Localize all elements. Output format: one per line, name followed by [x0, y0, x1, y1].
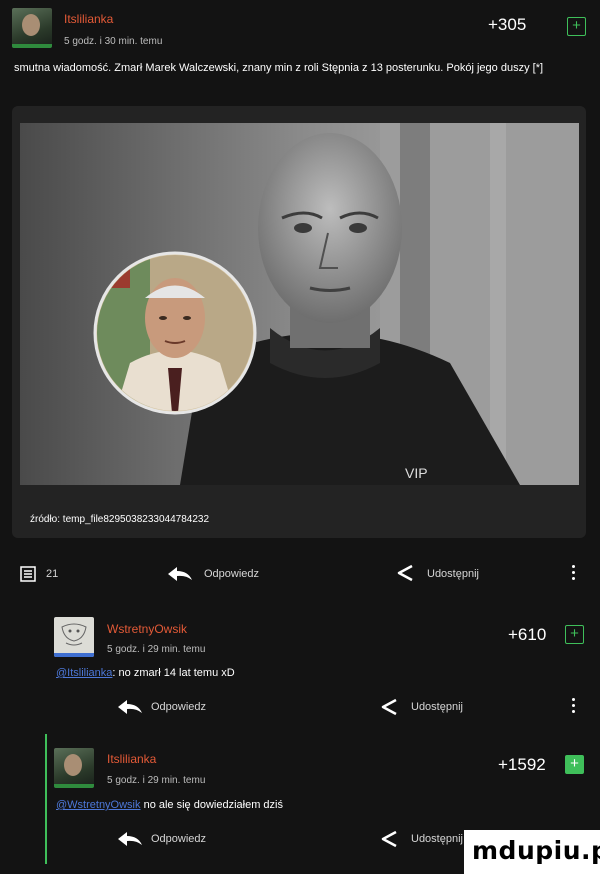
comment-1-reply-button[interactable]: Odpowiedz: [151, 701, 206, 713]
comment-1-upvote-button[interactable]: +: [565, 625, 584, 644]
comment-1-score: +610: [508, 625, 547, 644]
reply-arrow-icon[interactable]: [168, 567, 192, 581]
comment-1-share-button[interactable]: Udostępnij: [411, 701, 463, 713]
comment-2-reply-button[interactable]: Odpowiedz: [151, 833, 206, 845]
comment-2-text: @WstretnyOwsik no ale się dowiedziałem d…: [56, 799, 283, 811]
post-score: +305: [488, 15, 527, 34]
comment-1-avatar[interactable]: [54, 617, 94, 657]
site-watermark: mdupiu.pl: [464, 830, 600, 874]
share-icon[interactable]: [380, 830, 398, 848]
comments-icon[interactable]: [20, 566, 36, 582]
comment-2-avatar[interactable]: [54, 748, 94, 788]
reply-arrow-icon[interactable]: [118, 832, 142, 846]
plus-icon: +: [570, 625, 579, 642]
thread-indent-line: [45, 734, 47, 864]
post-timestamp: 5 godz. i 30 min. temu: [64, 36, 163, 47]
comment-2-timestamp: 5 godz. i 29 min. temu: [107, 775, 206, 786]
comment-2-username[interactable]: Itslilianka: [107, 752, 156, 766]
post-upvote-button[interactable]: +: [567, 17, 586, 36]
comment-1-timestamp: 5 godz. i 29 min. temu: [107, 644, 206, 655]
post-username[interactable]: Itslilianka: [64, 12, 113, 26]
share-icon[interactable]: [396, 564, 414, 582]
comment-2-upvote-button[interactable]: +: [565, 755, 584, 774]
comment-1-username[interactable]: WstretnyOwsik: [107, 622, 187, 636]
image-source: źródło: temp_file8295038233044784232: [30, 514, 210, 525]
comment-2-score: +1592: [498, 755, 546, 774]
comment-1-mention[interactable]: @Itslilianka: [56, 667, 112, 679]
post-reply-button[interactable]: Odpowiedz: [204, 568, 259, 580]
plus-icon: +: [572, 17, 581, 34]
portrait-illustration: VIP: [20, 123, 579, 485]
post-more-dots-icon[interactable]: [572, 565, 576, 583]
post-share-button[interactable]: Udostępnij: [427, 568, 479, 580]
svg-text:VIP: VIP: [405, 465, 428, 481]
reply-arrow-icon[interactable]: [118, 700, 142, 714]
watermark-text: mdupiu.pl: [472, 836, 600, 865]
share-icon[interactable]: [380, 698, 398, 716]
comments-count[interactable]: 21: [46, 568, 58, 580]
comment-2-share-button[interactable]: Udostępnij: [411, 833, 463, 845]
post-text: smutna wiadomość. Zmarł Marek Walczewski…: [14, 62, 544, 74]
post-avatar[interactable]: [12, 8, 52, 48]
comment-1-more-dots-icon[interactable]: [572, 698, 576, 716]
comment-1-text: @Itslilianka: no zmarł 14 lat temu xD: [56, 667, 235, 679]
post-image[interactable]: VIP: [20, 123, 579, 485]
plus-icon: +: [570, 755, 579, 772]
comment-2-mention[interactable]: @WstretnyOwsik: [56, 799, 141, 811]
